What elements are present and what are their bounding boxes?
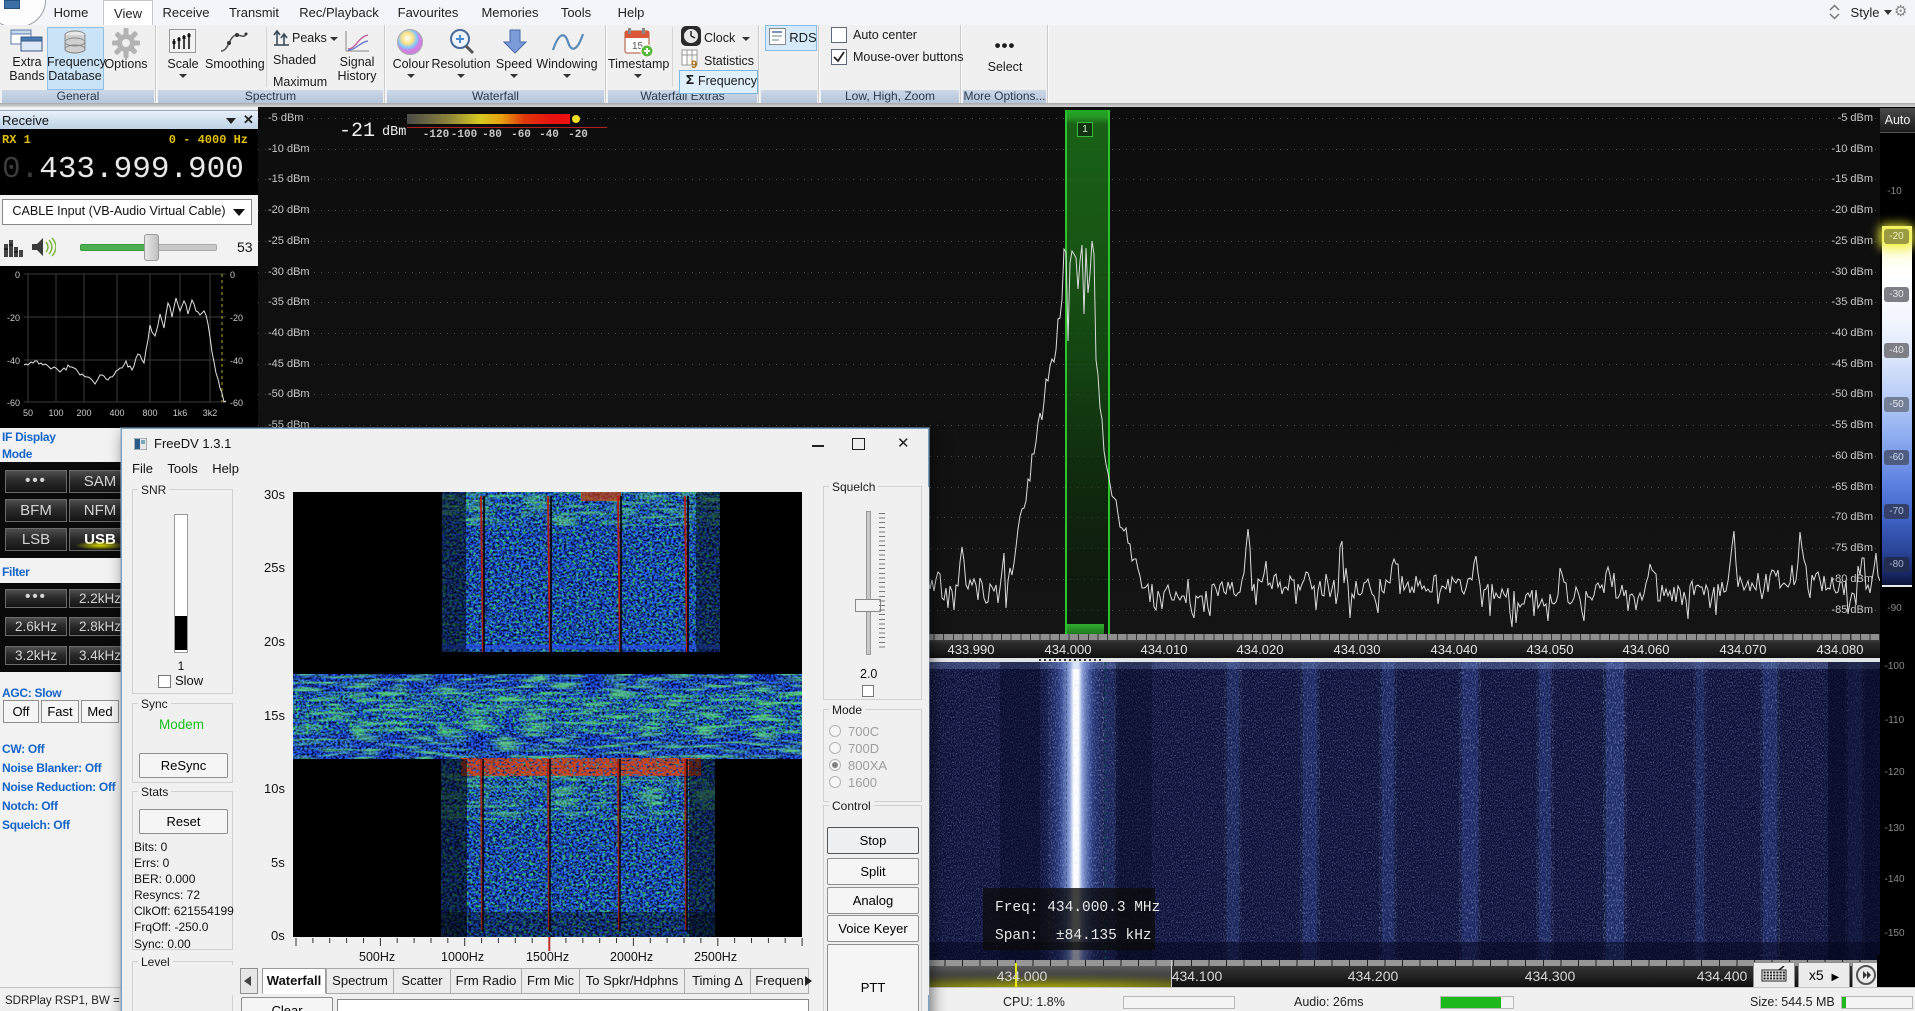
svg-text:50: 50 — [23, 408, 33, 418]
svg-text:-60: -60 — [230, 398, 243, 408]
svg-text:9: 9 — [691, 59, 697, 69]
svg-text:-20: -20 — [230, 313, 243, 323]
svg-text:200: 200 — [76, 408, 91, 418]
svg-text:1k6: 1k6 — [173, 408, 188, 418]
svg-text:100: 100 — [48, 408, 63, 418]
svg-text:3k2: 3k2 — [203, 408, 218, 418]
svg-text:-60: -60 — [7, 398, 20, 408]
svg-text:800: 800 — [142, 408, 157, 418]
svg-text:400: 400 — [109, 408, 124, 418]
svg-text:0: 0 — [15, 270, 20, 280]
svg-text:-20: -20 — [7, 313, 20, 323]
svg-text:-40: -40 — [230, 356, 243, 366]
svg-text:-40: -40 — [7, 356, 20, 366]
svg-text:0: 0 — [230, 270, 235, 280]
